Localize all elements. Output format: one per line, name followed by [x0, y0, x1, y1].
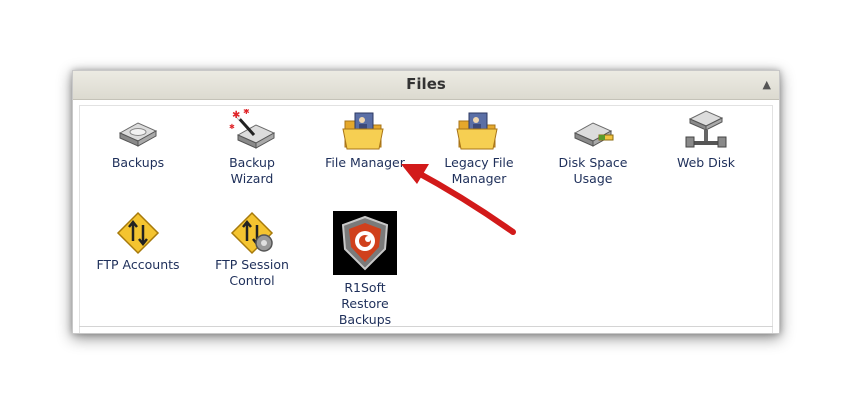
backups-icon: [114, 109, 162, 153]
web-disk-icon: [682, 109, 730, 153]
backups-label: Backups: [111, 155, 165, 170]
files-panel: Files ▲ Backups ✱ ✱ ✱ Backup Wizard File…: [72, 70, 780, 334]
svg-text:✱: ✱: [229, 123, 235, 131]
file-manager-label: File Manager: [325, 155, 405, 170]
ftp-session-control-icon: [228, 211, 276, 255]
file-manager-icon: [341, 109, 389, 153]
ftp-session-control-label: FTP Session Control: [215, 257, 289, 288]
legacy-file-manager-icon: [455, 109, 503, 153]
files-panel-body: [79, 105, 773, 333]
ftp-accounts-icon: [114, 211, 162, 255]
svg-text:✱: ✱: [243, 109, 250, 116]
web-disk-label: Web Disk: [676, 155, 736, 170]
backup-wizard-icon: ✱ ✱ ✱: [228, 109, 276, 153]
disk-space-usage-icon: [569, 109, 617, 153]
r1soft-restore-backups-label: R1Soft Restore Backups: [338, 280, 392, 327]
legacy-file-manager-label: Legacy File Manager: [444, 155, 514, 186]
backup-wizard-label: Backup Wizard: [229, 155, 275, 186]
files-panel-header: Files ▲: [73, 71, 779, 100]
r1soft-restore-backups-icon: [333, 211, 397, 275]
panel-divider: [79, 326, 773, 327]
panel-title: Files: [406, 75, 446, 93]
disk-space-usage-label: Disk Space Usage: [558, 155, 628, 186]
ftp-accounts-label: FTP Accounts: [96, 257, 180, 272]
collapse-arrow-icon[interactable]: ▲: [763, 78, 771, 91]
svg-text:✱: ✱: [232, 110, 240, 121]
